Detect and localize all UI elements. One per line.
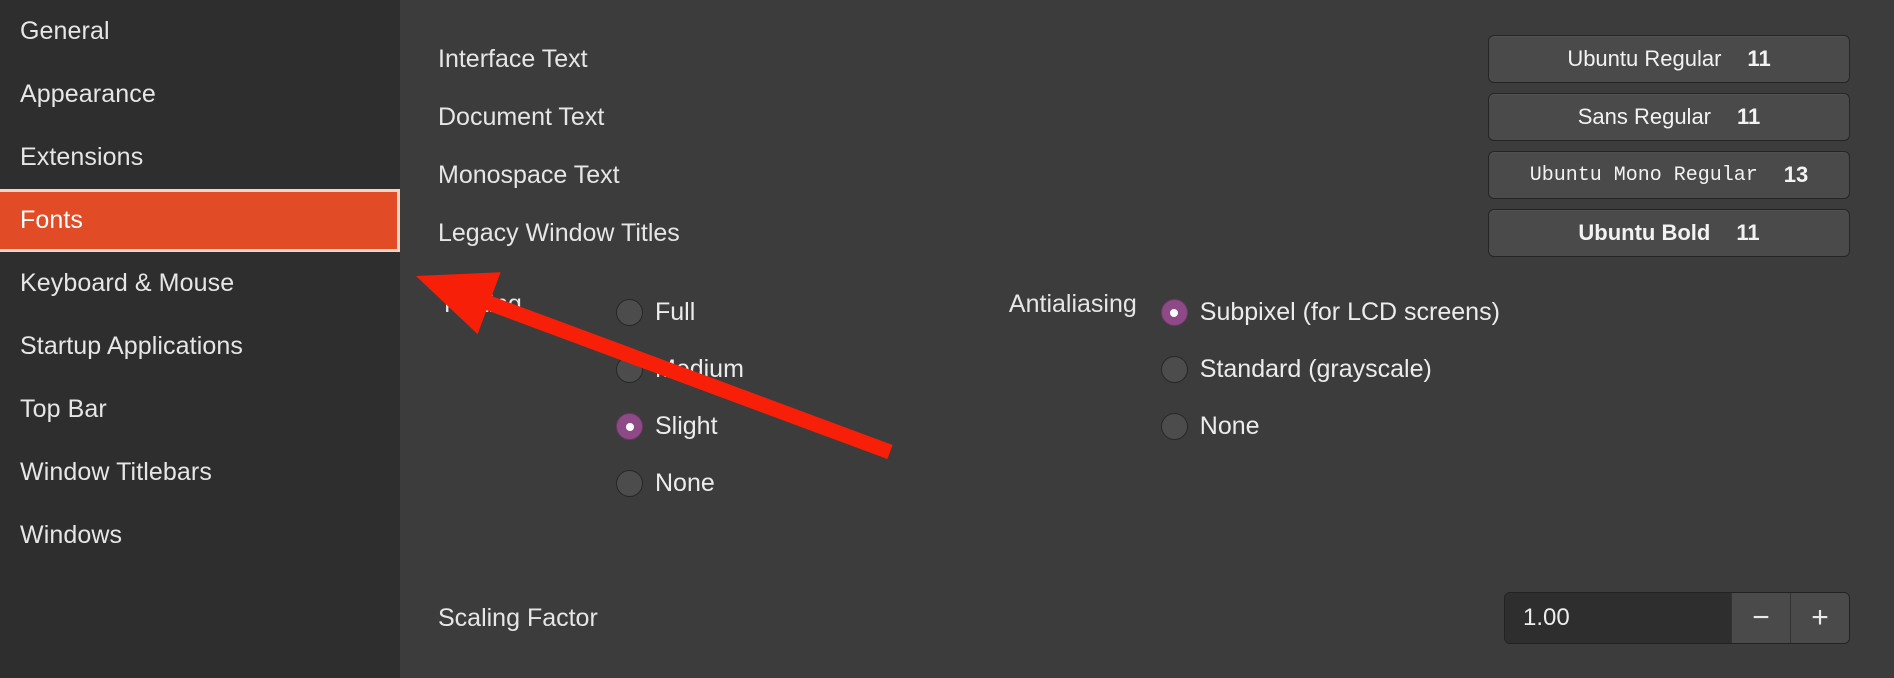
monospace-text-font-button[interactable]: Ubuntu Mono Regular 13	[1488, 151, 1850, 199]
antialiasing-group: Antialiasing Subpixel (for LCD screens) …	[1009, 284, 1500, 512]
sidebar-item-label: Top Bar	[20, 395, 107, 423]
radio-icon[interactable]	[616, 356, 643, 383]
sidebar-item-startup-applications[interactable]: Startup Applications	[0, 315, 400, 378]
hinting-option-medium[interactable]: Medium	[616, 341, 744, 398]
rendering-options: Hinting Full Medium Slight None Antialia…	[438, 284, 1850, 512]
radio-icon[interactable]	[616, 470, 643, 497]
sidebar-item-label: Startup Applications	[20, 332, 243, 360]
sidebar-item-appearance[interactable]: Appearance	[0, 63, 400, 126]
hinting-option-slight[interactable]: Slight	[616, 398, 744, 455]
row-document-text: Document Text Sans Regular 11	[438, 88, 1850, 146]
hinting-radio-list: Full Medium Slight None	[616, 284, 744, 512]
radio-icon[interactable]	[1160, 356, 1188, 383]
document-text-label: Document Text	[438, 102, 605, 131]
hinting-option-full[interactable]: Full	[616, 284, 744, 341]
scaling-factor-decrement-button[interactable]: −	[1731, 593, 1790, 643]
radio-label: Medium	[655, 355, 744, 383]
radio-label: Full	[655, 298, 696, 326]
interface-text-label: Interface Text	[438, 44, 588, 73]
sidebar-item-label: Keyboard & Mouse	[20, 269, 235, 297]
monospace-text-label: Monospace Text	[438, 160, 620, 189]
font-size: 11	[1747, 46, 1771, 71]
sidebar-item-label: Fonts	[20, 206, 84, 234]
sidebar-item-window-titlebars[interactable]: Window Titlebars	[0, 441, 400, 504]
sidebar-item-label: Extensions	[20, 143, 144, 171]
row-scaling-factor: Scaling Factor 1.00 − +	[438, 592, 1850, 644]
sidebar-item-extensions[interactable]: Extensions	[0, 126, 400, 189]
sidebar-item-top-bar[interactable]: Top Bar	[0, 378, 400, 441]
row-legacy-window-titles: Legacy Window Titles Ubuntu Bold 11	[438, 204, 1850, 262]
preferences-window: General Appearance Extensions Fonts Keyb…	[0, 0, 1894, 678]
radio-icon[interactable]	[616, 299, 643, 326]
radio-label: None	[655, 469, 715, 497]
scaling-factor-spinner[interactable]: 1.00 − +	[1504, 592, 1850, 644]
hinting-label: Hinting	[444, 290, 522, 318]
font-name: Ubuntu Bold	[1578, 220, 1711, 245]
antialiasing-label: Antialiasing	[1008, 290, 1137, 318]
radio-label: Slight	[655, 412, 718, 440]
row-monospace-text: Monospace Text Ubuntu Mono Regular 13	[438, 146, 1850, 204]
sidebar-item-keyboard-and-mouse[interactable]: Keyboard & Mouse	[0, 252, 400, 315]
document-text-font-button[interactable]: Sans Regular 11	[1488, 93, 1850, 141]
sidebar-item-label: General	[20, 17, 110, 45]
hinting-group: Hinting Full Medium Slight None	[444, 284, 744, 512]
radio-icon-selected[interactable]	[1160, 299, 1188, 326]
interface-text-font-button[interactable]: Ubuntu Regular 11	[1488, 35, 1850, 83]
scaling-factor-value[interactable]: 1.00	[1505, 593, 1731, 643]
radio-label: Subpixel (for LCD screens)	[1199, 298, 1500, 326]
sidebar-item-fonts[interactable]: Fonts	[0, 189, 400, 252]
font-size: 13	[1783, 162, 1809, 187]
antialiasing-option-none[interactable]: None	[1160, 398, 1500, 455]
antialiasing-radio-list: Subpixel (for LCD screens) Standard (gra…	[1160, 284, 1500, 455]
antialiasing-option-subpixel[interactable]: Subpixel (for LCD screens)	[1160, 284, 1500, 341]
radio-label: Standard (grayscale)	[1199, 355, 1432, 383]
sidebar-item-label: Windows	[20, 521, 123, 549]
sidebar-item-general[interactable]: General	[0, 0, 400, 63]
font-size: 11	[1736, 220, 1760, 245]
legacy-window-titles-font-button[interactable]: Ubuntu Bold 11	[1488, 209, 1850, 257]
row-interface-text: Interface Text Ubuntu Regular 11	[438, 30, 1850, 88]
radio-icon-selected[interactable]	[616, 413, 643, 440]
radio-label: None	[1199, 412, 1260, 440]
antialiasing-option-standard[interactable]: Standard (grayscale)	[1160, 341, 1500, 398]
sidebar-item-label: Appearance	[20, 80, 156, 108]
scaling-factor-increment-button[interactable]: +	[1790, 593, 1849, 643]
font-name: Ubuntu Regular	[1567, 46, 1722, 71]
radio-icon[interactable]	[1160, 413, 1188, 440]
font-name: Ubuntu Mono Regular	[1529, 163, 1758, 187]
font-size: 11	[1737, 104, 1761, 129]
fonts-settings-panel: Interface Text Ubuntu Regular 11 Documen…	[400, 0, 1894, 678]
legacy-window-titles-label: Legacy Window Titles	[438, 218, 680, 247]
font-name: Sans Regular	[1577, 104, 1712, 129]
sidebar-item-label: Window Titlebars	[20, 458, 212, 486]
hinting-option-none[interactable]: None	[616, 455, 744, 512]
settings-sidebar: General Appearance Extensions Fonts Keyb…	[0, 0, 400, 678]
scaling-factor-label: Scaling Factor	[438, 603, 598, 632]
sidebar-item-windows[interactable]: Windows	[0, 504, 400, 567]
